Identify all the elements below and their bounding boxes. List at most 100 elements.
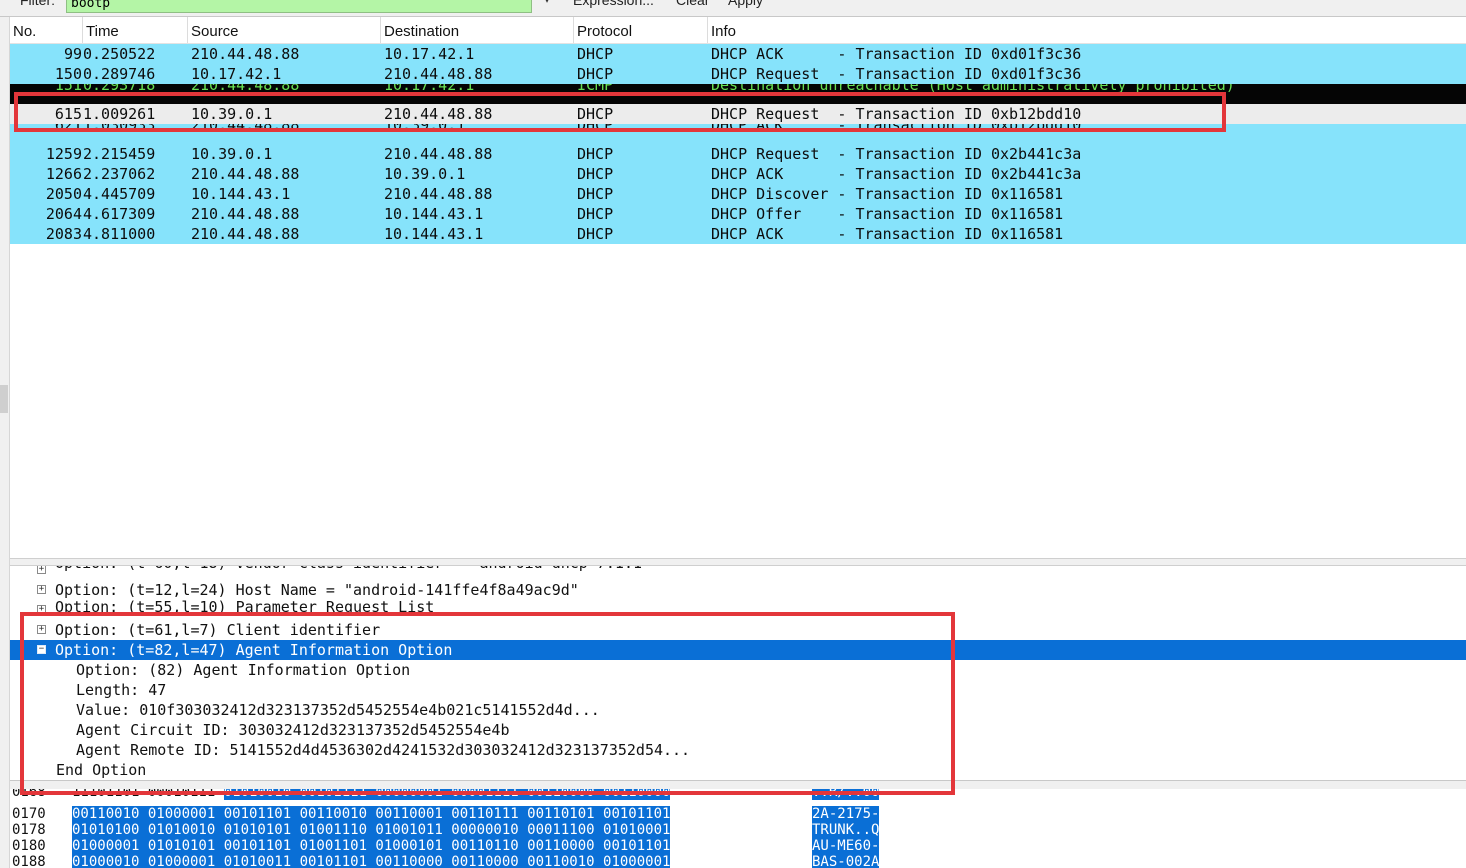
packet-no: 150 xyxy=(54,65,82,83)
packet-row[interactable]: 2050 4.445709 10.144.43.1 210.44.48.88 DHCP D… xyxy=(10,184,1466,204)
bytes-hex-highlight: 01000001 01010101 00101101 01001101 0100… xyxy=(72,838,671,854)
detail-row[interactable]: Option: (82) Agent Information Option xyxy=(10,660,1466,680)
filter-dropdown-icon[interactable]: ▾ xyxy=(544,0,550,6)
bytes-offset: 0180 xyxy=(12,838,46,854)
bytes-row: 0178 01010100 01010010 01010101 01001110 … xyxy=(10,822,1466,838)
bytes-offset: 0168 xyxy=(12,789,46,800)
column-header-protocol[interactable]: Protocol xyxy=(574,17,708,43)
bytes-ascii[interactable]: BAS-002A xyxy=(812,854,880,868)
detail-row[interactable]: + Option: (t=60,l=18) Vendor class identi… xyxy=(10,566,1466,580)
bytes-ascii[interactable]: TRUNK..Q xyxy=(812,822,880,838)
packet-destination: 210.44.48.88 xyxy=(384,65,493,83)
packet-time: 0.250522 xyxy=(83,45,156,63)
gutter-resize-handle[interactable] xyxy=(0,385,8,413)
bytes-ascii-highlight: AU-ME60- xyxy=(812,838,880,854)
packet-row[interactable]: 2064 4.617309 210.44.48.88 10.144.43.1 DHCP D… xyxy=(10,204,1466,224)
bytes-hex[interactable]: 00110010 01000001 00101101 00110010 0011… xyxy=(72,806,671,822)
packet-list-header: No. Time Source Destination Protocol Inf… xyxy=(10,17,1466,44)
bytes-row: 0180 01000001 01010101 00101101 01001101 … xyxy=(10,838,1466,854)
detail-row[interactable]: Length: 47 xyxy=(10,680,1466,700)
clear-button[interactable]: Clear xyxy=(676,0,709,8)
detail-row[interactable]: Agent Circuit ID: 303032412d323137352d54… xyxy=(10,720,1466,740)
packet-time: 0.289746 xyxy=(83,65,156,83)
packet-row[interactable]: 1266 2.237062 210.44.48.88 10.39.0.1 DHCP DHC… xyxy=(10,164,1466,184)
packet-protocol: DHCP xyxy=(577,205,614,223)
packet-no: 1259 xyxy=(45,145,82,163)
expand-icon[interactable]: + xyxy=(37,605,46,614)
apply-button[interactable]: Apply xyxy=(728,0,763,8)
packet-source: 210.44.48.88 xyxy=(191,124,300,134)
packet-time: 2.237062 xyxy=(83,165,156,183)
column-header-destination[interactable]: Destination xyxy=(381,17,574,43)
packet-protocol: DHCP xyxy=(577,145,614,163)
packet-info: Destination unreachable (Host administra… xyxy=(711,84,1235,94)
detail-row[interactable]: + Option: (t=55,l=10) Parameter Request L… xyxy=(10,598,1466,620)
packet-info: DHCP ACK - Transaction ID 0x2b441c3a xyxy=(711,165,1082,183)
bytes-hex[interactable]: 01000010 01000001 01010011 00101101 0011… xyxy=(72,854,671,868)
bytes-hex-highlight: 01000010 01000001 01010011 00101101 0011… xyxy=(72,854,671,868)
packet-source: 10.144.43.1 xyxy=(191,185,291,203)
bytes-pane-splitter[interactable] xyxy=(10,780,1466,789)
packet-time: 1.030933 xyxy=(83,124,156,134)
packet-no: 99 xyxy=(63,45,82,63)
detail-row[interactable]: + Option: (t=61,l=7) Client identifier xyxy=(10,620,1466,640)
pane-splitter[interactable] xyxy=(10,558,1466,566)
expand-icon[interactable]: + xyxy=(37,625,46,634)
bytes-hex[interactable]: 01000001 01010101 00101101 01001101 0100… xyxy=(72,838,671,854)
packet-time: 2.215459 xyxy=(83,145,156,163)
bytes-hex[interactable]: 01010100 01010010 01010101 01001110 0100… xyxy=(72,822,671,838)
expand-icon[interactable]: + xyxy=(37,585,46,594)
column-header-info[interactable]: Info xyxy=(708,17,1466,43)
packet-no: 2064 xyxy=(45,205,82,223)
detail-row-selected[interactable]: − Option: (t=82,l=47) Agent Information O… xyxy=(10,640,1466,660)
bytes-ascii[interactable]: AU-ME60- xyxy=(812,838,880,854)
bytes-ascii-highlight: TRUNK..Q xyxy=(812,822,880,838)
packet-info: DHCP ACK - Transaction ID 0x116581 xyxy=(711,225,1064,243)
packet-row[interactable]: 2083 4.811000 210.44.48.88 10.144.43.1 DHCP D… xyxy=(10,224,1466,244)
detail-row[interactable]: End Option xyxy=(10,760,1466,780)
detail-row[interactable]: Value: 010f303032412d323137352d5452554e4… xyxy=(10,700,1466,720)
detail-text: Value: 010f303032412d323137352d5452554e4… xyxy=(76,701,600,719)
packet-time: 4.445709 xyxy=(83,185,156,203)
packet-list-pane: No. Time Source Destination Protocol Inf… xyxy=(10,17,1466,558)
detail-row[interactable]: Agent Remote ID: 5141552d4d4536302d42415… xyxy=(10,740,1466,760)
collapse-icon[interactable]: − xyxy=(37,645,46,654)
packet-row-selected[interactable]: 615 1.009261 10.39.0.1 210.44.48.88 DHCP DHCP… xyxy=(10,104,1466,124)
packet-protocol: DHCP xyxy=(577,45,614,63)
bytes-row: 0188 01000010 01000001 01010011 00101101 … xyxy=(10,854,1466,868)
bytes-ascii[interactable]: ..R/..00 xyxy=(812,789,880,800)
expand-icon[interactable]: + xyxy=(37,566,46,574)
bytes-hex-plain: 11101101 00010111 xyxy=(72,789,224,800)
packet-source: 10.39.0.1 xyxy=(191,145,273,163)
packet-row[interactable]: 151 0.293718 210.44.48.88 10.17.42.1 ICMP Des… xyxy=(10,84,1466,104)
packet-time: 0.293718 xyxy=(83,84,156,94)
packet-info: DHCP Offer - Transaction ID 0x116581 xyxy=(711,205,1064,223)
expression-button[interactable]: Expression... xyxy=(573,0,654,8)
bytes-ascii-highlight: BAS-002A xyxy=(812,854,880,868)
packet-source: 210.44.48.88 xyxy=(191,84,300,94)
packet-source: 210.44.48.88 xyxy=(191,205,300,223)
packet-row[interactable]: 150 0.289746 10.17.42.1 210.44.48.88 DHCP DHC… xyxy=(10,64,1466,84)
column-header-no[interactable]: No. xyxy=(10,17,83,43)
packet-row[interactable]: 1259 2.215459 10.39.0.1 210.44.48.88 DHCP DHC… xyxy=(10,144,1466,164)
display-filter-input[interactable] xyxy=(66,0,532,13)
column-header-source[interactable]: Source xyxy=(188,17,381,43)
packet-time: 4.617309 xyxy=(83,205,156,223)
bytes-hex-highlight: 01010010 00101111 00000001 00001111 0011… xyxy=(223,789,671,800)
bytes-hex[interactable]: 11101101 00010111 01010010 00101111 0000… xyxy=(72,789,671,800)
packet-protocol: DHCP xyxy=(577,65,614,83)
packet-no: 2083 xyxy=(45,225,82,243)
column-header-time[interactable]: Time xyxy=(83,17,188,43)
packet-row[interactable]: 621 1.030933 210.44.48.88 10.39.0.1 DHCP DHCP… xyxy=(10,124,1466,144)
packet-destination: 10.144.43.1 xyxy=(384,205,484,223)
packet-time: 1.009261 xyxy=(83,105,156,123)
bytes-ascii[interactable]: 2A-2175- xyxy=(812,806,880,822)
detail-text: Agent Circuit ID: 303032412d323137352d54… xyxy=(76,721,510,739)
packet-no: 151 xyxy=(54,84,82,94)
packet-no: 621 xyxy=(54,124,82,134)
packet-row[interactable]: 99 0.250522 210.44.48.88 10.17.42.1 DHCP DHCP… xyxy=(10,44,1466,64)
packet-no: 615 xyxy=(54,105,82,123)
bytes-offset: 0178 xyxy=(12,822,46,838)
packet-protocol: DHCP xyxy=(577,124,614,134)
packet-details-pane: + Option: (t=60,l=18) Vendor class identi… xyxy=(10,566,1466,780)
